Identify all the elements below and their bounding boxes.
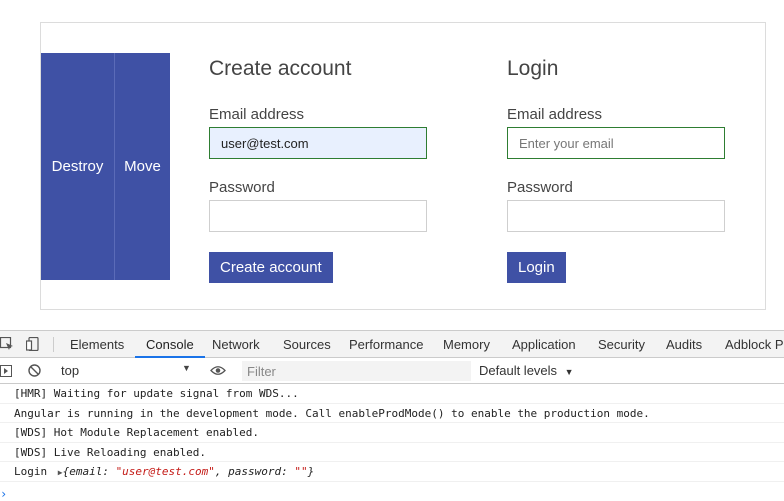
- console-log: [HMR] Waiting for update signal from WDS…: [0, 384, 784, 501]
- login-log-object: {email: "user@test.com", password: ""}: [62, 465, 315, 478]
- login-button[interactable]: Login: [507, 252, 566, 283]
- devtools-tabbar: Elements Console Network Sources Perform…: [0, 331, 784, 358]
- tab-security[interactable]: Security: [598, 331, 645, 358]
- clear-console-icon[interactable]: [28, 364, 41, 377]
- tab-adblock[interactable]: Adblock Pl: [725, 331, 784, 358]
- levels-dropdown-icon: ▼: [564, 367, 574, 377]
- tab-console[interactable]: Console: [135, 331, 205, 358]
- create-password-label: Password: [209, 179, 275, 196]
- login-title: Login: [507, 57, 559, 80]
- log-entry: [HMR] Waiting for update signal from WDS…: [0, 384, 784, 404]
- context-dropdown-icon[interactable]: ▼: [182, 363, 191, 373]
- tab-performance[interactable]: Performance: [349, 331, 423, 358]
- devtools-panel: Elements Console Network Sources Perform…: [0, 330, 784, 501]
- tabbar-separator: [53, 337, 54, 352]
- log-entry-login[interactable]: Login ▶{email: "user@test.com", password…: [0, 462, 784, 482]
- create-account-form: Create account Email address Password Cr…: [209, 53, 429, 283]
- log-levels-label: Default levels: [479, 363, 558, 378]
- console-toolbar: top ▼ Default levels ▼: [0, 358, 784, 384]
- log-entry: [WDS] Hot Module Replacement enabled.: [0, 423, 784, 443]
- console-prompt-icon[interactable]: ›: [0, 487, 7, 501]
- device-toolbar-icon[interactable]: [26, 337, 40, 351]
- login-email-label: Email address: [507, 106, 603, 123]
- login-email-input[interactable]: [507, 127, 725, 159]
- log-levels-dropdown[interactable]: Default levels ▼: [479, 363, 574, 379]
- login-password-label: Password: [507, 179, 573, 196]
- move-button[interactable]: Move: [114, 53, 170, 280]
- create-account-title: Create account: [209, 57, 352, 80]
- create-email-input[interactable]: [209, 127, 427, 159]
- destroy-button[interactable]: Destroy: [41, 53, 114, 280]
- sidebar-toggle-icon[interactable]: [0, 365, 12, 377]
- create-account-button[interactable]: Create account: [209, 252, 333, 283]
- login-log-prefix: Login: [14, 465, 48, 478]
- tab-audits[interactable]: Audits: [666, 331, 702, 358]
- tab-memory[interactable]: Memory: [443, 331, 490, 358]
- inspect-element-icon[interactable]: [0, 337, 14, 351]
- create-email-label: Email address: [209, 106, 305, 123]
- context-select[interactable]: top: [61, 363, 193, 379]
- tab-network[interactable]: Network: [212, 331, 260, 358]
- tab-sources[interactable]: Sources: [283, 331, 331, 358]
- console-filter-input[interactable]: [242, 361, 471, 381]
- auth-card: Destroy Move Create account Email addres…: [40, 22, 766, 310]
- login-form: Login Email address Password Login: [507, 53, 727, 283]
- live-expression-eye-icon[interactable]: [210, 365, 226, 376]
- log-entry: [WDS] Live Reloading enabled.: [0, 443, 784, 462]
- tab-elements[interactable]: Elements: [70, 331, 124, 358]
- log-entry: Angular is running in the development mo…: [0, 404, 784, 423]
- tab-application[interactable]: Application: [512, 331, 576, 358]
- create-password-input[interactable]: [209, 200, 427, 232]
- login-password-input[interactable]: [507, 200, 725, 232]
